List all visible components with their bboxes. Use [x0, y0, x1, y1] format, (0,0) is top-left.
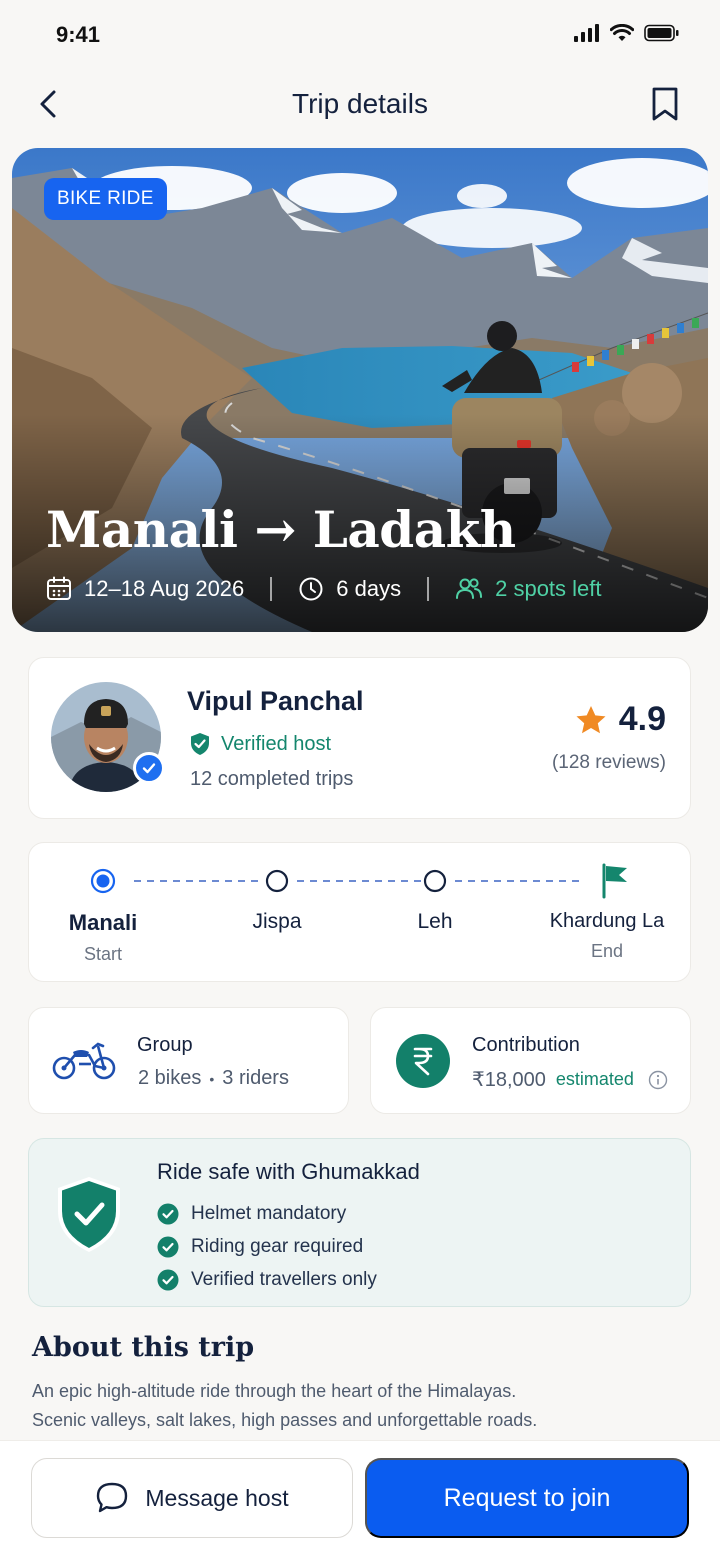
rating-value: 4.9 [618, 700, 666, 738]
stop-sub: Start [83, 944, 122, 964]
about-line: An epic high-altitude ride through the h… [32, 1381, 517, 1401]
stop-name: Leh [417, 910, 453, 933]
trip-dates: 12–18 Aug 2026 [84, 576, 245, 601]
trip-duration: 6 days [336, 576, 402, 601]
safety-item: Helmet mandatory [157, 1197, 377, 1230]
about-line: Scenic valleys, salt lakes, high passes … [32, 1410, 538, 1430]
host-name[interactable]: Vipul Panchal [187, 686, 364, 717]
safety-item: Riding gear required [157, 1230, 377, 1263]
chat-bubble-icon [97, 1482, 128, 1513]
contribution-card: Contribution ₹18,000 estimated [370, 1007, 691, 1114]
route-timeline-card: Manali Start Jispa Leh Khardung La End [28, 842, 691, 982]
check-circle-icon [157, 1203, 179, 1224]
verified-host-label: Verified host [221, 732, 332, 755]
group-card: Group 2 bikes • 3 riders [28, 1007, 349, 1114]
stop-icon [265, 869, 289, 893]
status-time: 9:41 [56, 22, 101, 47]
star-icon [576, 705, 606, 733]
safety-item: Verified travellers only [157, 1263, 377, 1296]
wifi-icon [610, 24, 634, 41]
about-title: About this trip [32, 1332, 255, 1363]
flag-icon [602, 863, 627, 899]
group-title: Group [137, 1034, 193, 1056]
page-title: Trip details [292, 88, 428, 119]
divider [427, 577, 430, 601]
route-stop[interactable]: Jispa [227, 910, 327, 934]
status-icons [574, 24, 680, 42]
host-rating: 4.9 [575, 700, 666, 739]
completed-trips: 12 completed trips [190, 768, 354, 790]
hero-image-card: BIKE RIDE Manali → Ladakh 12–18 Aug 2026… [12, 148, 708, 632]
request-to-join-button[interactable]: Request to join [365, 1458, 689, 1538]
safety-list: Helmet mandatory Riding gear required Ve… [157, 1197, 377, 1296]
duration-item: 6 days [298, 576, 401, 602]
bookmark-icon[interactable] [650, 86, 680, 122]
info-icon[interactable] [648, 1070, 668, 1090]
stop-name: Jispa [252, 910, 302, 933]
host-card[interactable]: Vipul Panchal Verified host 12 completed… [28, 657, 691, 819]
rupee-icon [396, 1034, 450, 1088]
contribution-title: Contribution [472, 1034, 580, 1056]
route-stop-start[interactable]: Manali Start [47, 910, 159, 965]
review-count[interactable]: (128 reviews) [552, 752, 666, 774]
stop-name: Manali [68, 910, 138, 935]
people-icon [456, 578, 483, 599]
route-line [90, 863, 627, 899]
status-bar: 9:41 [0, 0, 720, 72]
message-host-label: Message host [145, 1484, 289, 1511]
bikes-count: 2 bikes [138, 1067, 202, 1089]
group-value: 2 bikes • 3 riders [138, 1067, 289, 1090]
trip-type-badge: BIKE RIDE [44, 178, 167, 220]
about-text: An epic high-altitude ride through the h… [32, 1377, 692, 1435]
check-circle-icon [157, 1236, 179, 1257]
shield-check-icon [58, 1177, 120, 1252]
top-nav: Trip details [0, 80, 720, 130]
contribution-value: ₹18,000 estimated [472, 1067, 668, 1092]
motorbike-icon [52, 1042, 116, 1080]
safety-item-label: Verified travellers only [191, 1268, 377, 1290]
spots-left: 2 spots left [495, 576, 602, 601]
hero-landscape-image [12, 148, 708, 632]
contribution-amount: ₹18,000 [472, 1069, 546, 1091]
verified-badge-icon [133, 752, 165, 784]
safety-title: Ride safe with Ghumakkad [157, 1159, 420, 1184]
route-stop[interactable]: Leh [385, 910, 485, 934]
divider [270, 577, 273, 601]
stop-name: Khardung La [549, 910, 665, 932]
trip-route-title: Manali → Ladakh [46, 500, 516, 559]
calendar-icon [47, 576, 71, 600]
stop-sub: End [590, 941, 624, 961]
spots-item: 2 spots left [455, 576, 602, 602]
safety-item-label: Helmet mandatory [191, 1202, 347, 1224]
safety-card: Ride safe with Ghumakkad Helmet mandator… [28, 1138, 691, 1307]
stop-icon [423, 869, 447, 893]
message-host-button[interactable]: Message host [31, 1458, 353, 1538]
verified-shield-icon [191, 733, 209, 755]
signal-icon [574, 24, 599, 42]
route-stop-end[interactable]: Khardung La End [541, 910, 673, 962]
dates-item: 12–18 Aug 2026 [46, 576, 244, 602]
battery-icon [644, 24, 679, 42]
dot-separator: • [209, 1070, 215, 1087]
safety-item-label: Riding gear required [191, 1235, 364, 1257]
verified-host-row: Verified host [189, 732, 331, 756]
bottom-action-bar: Message host Request to join [0, 1440, 720, 1556]
check-circle-icon [157, 1269, 179, 1290]
riders-count: 3 riders [222, 1067, 289, 1089]
trip-meta-row: 12–18 Aug 2026 6 days 2 spots left [46, 576, 602, 602]
estimated-label: estimated [555, 1069, 634, 1089]
clock-icon [299, 577, 323, 601]
